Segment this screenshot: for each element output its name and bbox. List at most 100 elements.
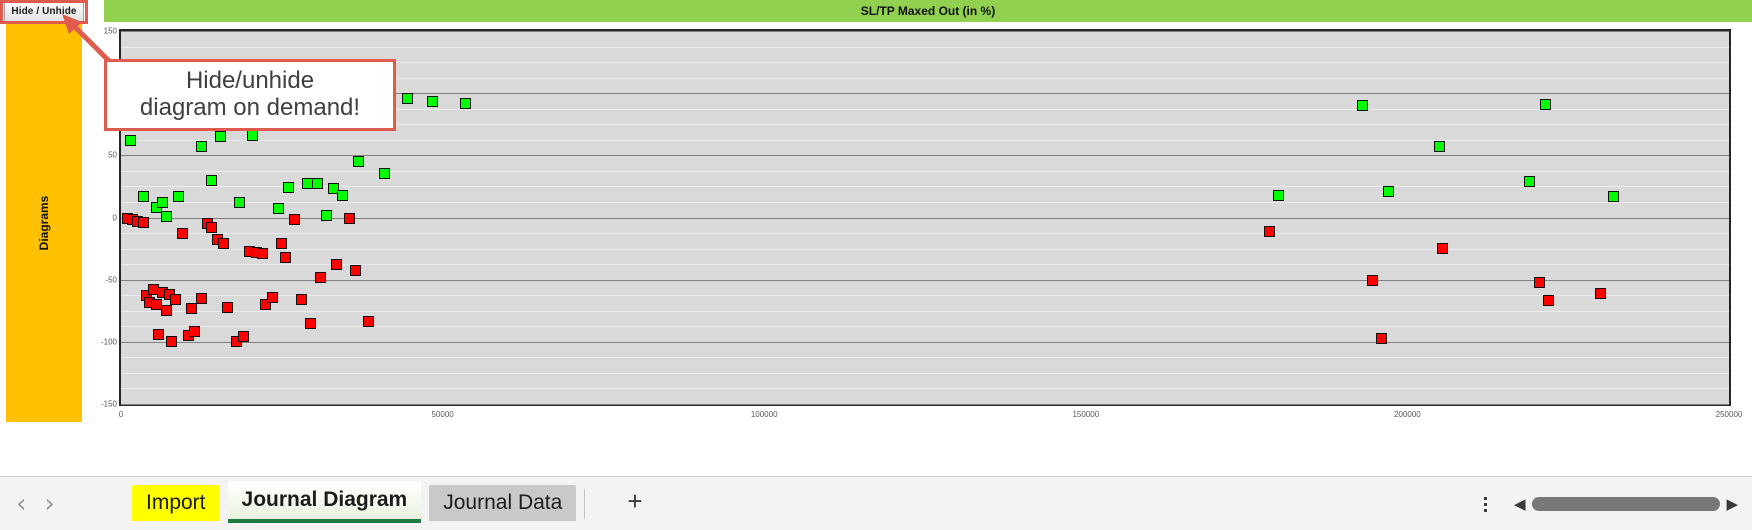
scatter-point[interactable] <box>189 326 201 338</box>
scatter-point[interactable] <box>343 212 355 224</box>
gridline-minor <box>121 170 1729 172</box>
scatter-point[interactable] <box>321 209 333 221</box>
scatter-point[interactable] <box>205 221 217 233</box>
y-axis-tick-label: -50 <box>105 275 117 285</box>
scroll-left-arrow-icon[interactable]: ◀ <box>1508 497 1532 512</box>
scatter-point[interactable] <box>1356 100 1368 112</box>
scatter-point[interactable] <box>247 129 259 141</box>
x-axis-tick-label: 250000 <box>1715 410 1743 419</box>
scatter-point[interactable] <box>330 259 342 271</box>
scatter-point[interactable] <box>427 96 439 108</box>
scatter-point[interactable] <box>218 238 230 250</box>
y-axis-tick-label: -100 <box>100 337 117 347</box>
scatter-point[interactable] <box>353 156 365 168</box>
scatter-point[interactable] <box>138 216 149 228</box>
gridline-minor <box>121 357 1729 359</box>
scatter-point[interactable] <box>152 328 164 340</box>
scatter-point[interactable] <box>1607 190 1619 202</box>
scatter-point[interactable] <box>379 168 391 180</box>
scatter-point[interactable] <box>1263 225 1275 237</box>
scrollbar-thumb[interactable] <box>1531 497 1721 511</box>
chart-title-banner: SL/TP Maxed Out (in %) <box>104 0 1752 22</box>
tab-separator <box>584 489 586 519</box>
scatter-point[interactable] <box>1382 185 1394 197</box>
diagrams-rail[interactable]: Diagrams <box>6 24 82 422</box>
scatter-point[interactable] <box>350 265 362 277</box>
gridline-minor <box>121 46 1729 48</box>
scatter-point[interactable] <box>215 131 227 143</box>
scatter-point[interactable] <box>1376 332 1388 344</box>
gridline-major <box>121 31 1729 32</box>
scatter-point[interactable] <box>1543 295 1555 307</box>
scatter-point[interactable] <box>1273 189 1285 201</box>
scatter-point[interactable] <box>165 336 177 348</box>
scatter-point[interactable] <box>195 292 207 304</box>
gridline-major <box>121 404 1729 405</box>
scatter-point[interactable] <box>276 238 288 250</box>
scatter-point[interactable] <box>1524 175 1536 187</box>
spreadsheet-window: Hide / Unhide SL/TP Maxed Out (in %) Dia… <box>0 0 1752 530</box>
sheet-tab-journal-diagram[interactable]: Journal Diagram <box>227 481 422 523</box>
scatter-point[interactable] <box>273 203 285 215</box>
scatter-point[interactable] <box>237 331 249 343</box>
scatter-point[interactable] <box>1437 243 1449 255</box>
scatter-point[interactable] <box>1366 275 1378 287</box>
scrollbar-track[interactable] <box>1531 496 1721 512</box>
scatter-point[interactable] <box>205 174 217 186</box>
scatter-point[interactable] <box>157 197 169 209</box>
tab-overflow-kebab-icon[interactable] <box>1476 489 1494 519</box>
scatter-point[interactable] <box>186 302 198 314</box>
scatter-point[interactable] <box>266 291 278 303</box>
scatter-point[interactable] <box>257 248 268 260</box>
scatter-point[interactable] <box>160 305 172 317</box>
scatter-point[interactable] <box>195 141 207 153</box>
add-sheet-button[interactable]: + <box>627 488 642 514</box>
scatter-point[interactable] <box>279 251 291 263</box>
horizontal-scrollbar[interactable]: ◀ ▶ <box>1508 489 1744 519</box>
gridline-minor <box>121 233 1729 235</box>
scatter-point[interactable] <box>1540 98 1552 110</box>
hide-unhide-button[interactable]: Hide / Unhide <box>4 1 84 22</box>
scatter-point[interactable] <box>176 228 188 240</box>
scatter-point[interactable] <box>125 134 137 146</box>
x-axis-tick-label: 0 <box>118 410 124 419</box>
scatter-point[interactable] <box>1434 141 1446 153</box>
gridline-minor <box>121 139 1729 141</box>
gridline-major <box>121 341 1729 343</box>
x-axis-tick-label: 200000 <box>1394 410 1421 419</box>
gridline-major <box>121 217 1729 219</box>
gridline-major <box>121 279 1729 281</box>
sheet-tabs: Import Journal Diagram Journal Data + <box>132 480 643 528</box>
callout-box: Hide/unhide diagram on demand! <box>104 59 396 131</box>
x-axis-tick-label: 50000 <box>431 410 454 419</box>
scatter-point[interactable] <box>311 178 323 190</box>
scatter-point[interactable] <box>1533 276 1545 288</box>
next-sheet-arrow-icon[interactable]: › <box>44 491 54 517</box>
scatter-point[interactable] <box>459 97 471 109</box>
scatter-point[interactable] <box>337 189 349 201</box>
scatter-point[interactable] <box>170 294 182 306</box>
x-axis-tick-label: 100000 <box>750 410 778 419</box>
scatter-point[interactable] <box>1594 287 1606 299</box>
scatter-point[interactable] <box>221 301 233 313</box>
scroll-right-arrow-icon[interactable]: ▶ <box>1720 497 1744 512</box>
scatter-point[interactable] <box>401 92 413 104</box>
scatter-point[interactable] <box>160 210 172 222</box>
scatter-point[interactable] <box>314 271 326 283</box>
scatter-point[interactable] <box>234 197 246 209</box>
hide-unhide-label: Hide / Unhide <box>11 6 77 17</box>
scatter-point[interactable] <box>282 182 294 194</box>
scatter-point[interactable] <box>363 316 375 328</box>
sheet-tab-import[interactable]: Import <box>132 485 220 521</box>
scatter-point[interactable] <box>289 214 301 226</box>
scatter-point[interactable] <box>138 190 149 202</box>
sheet-tab-journal-data[interactable]: Journal Data <box>429 485 577 521</box>
scatter-point[interactable] <box>305 317 317 329</box>
y-axis-tick-label: 50 <box>108 150 117 160</box>
scatter-point[interactable] <box>173 190 185 202</box>
gridline-minor <box>121 310 1729 312</box>
gridline-minor <box>121 295 1729 297</box>
gridline-minor <box>121 264 1729 266</box>
prev-sheet-arrow-icon[interactable]: ‹ <box>16 491 26 517</box>
scatter-point[interactable] <box>295 294 307 306</box>
